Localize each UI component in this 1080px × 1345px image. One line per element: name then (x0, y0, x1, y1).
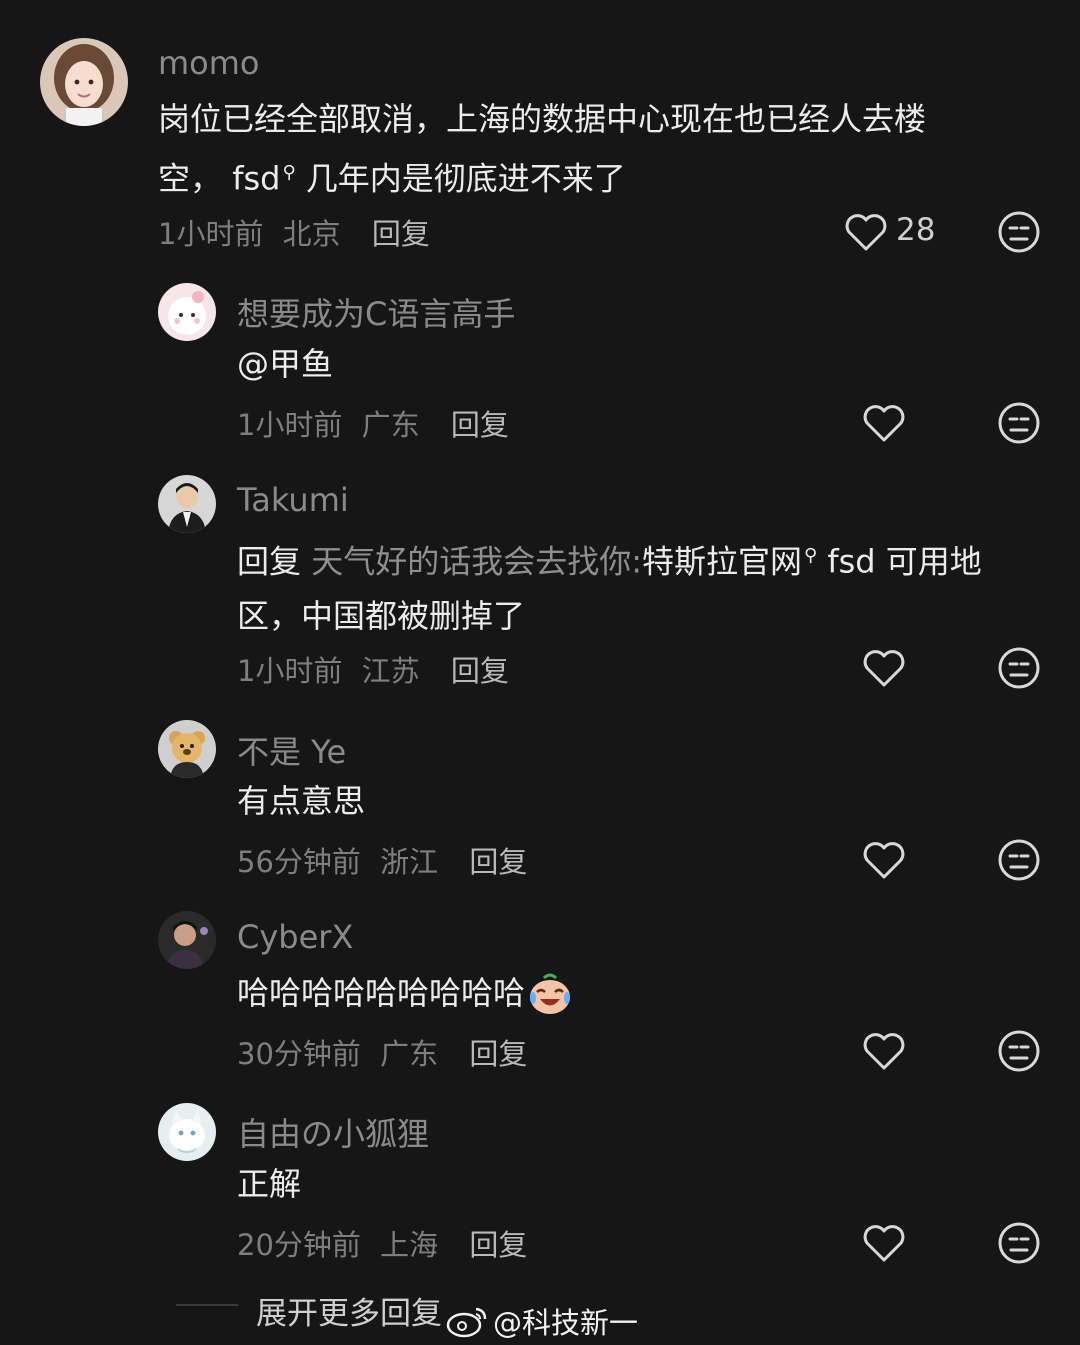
location: 北京 (282, 217, 341, 251)
comment-text: 正解 (237, 1165, 302, 1203)
comment-meta: 1小时前 江苏 回复 (237, 648, 509, 690)
meh-face-icon[interactable] (997, 210, 1041, 254)
timestamp: 56分钟前 (237, 845, 361, 879)
avatar[interactable] (158, 911, 216, 969)
comment-text-line: 岗位已经全部取消，上海的数据中心现在也已经人去楼 (158, 100, 927, 138)
location: 广东 (380, 1037, 439, 1071)
location: 浙江 (380, 845, 439, 879)
watermark-text: @科技新一 (493, 1306, 639, 1340)
timestamp: 1小时前 (237, 654, 343, 688)
avatar[interactable] (158, 1103, 216, 1161)
timestamp: 1小时前 (158, 217, 264, 251)
timestamp: 30分钟前 (237, 1037, 361, 1071)
text-segment: 空， (158, 159, 233, 198)
comment-text: 有点意思 (237, 782, 366, 820)
weibo-logo-icon (445, 1304, 489, 1338)
expand-more-replies-button[interactable]: 展开更多回复 (256, 1288, 442, 1333)
location: 上海 (380, 1228, 439, 1262)
username[interactable]: 想要成为C语言高手 (237, 289, 515, 335)
reply-button[interactable]: 回复 (372, 217, 430, 251)
heart-outline-icon[interactable] (862, 1223, 906, 1263)
comment-meta: 30分钟前 广东 回复 (237, 1031, 527, 1073)
reply-button[interactable]: 回复 (451, 654, 509, 688)
reply-button[interactable]: 回复 (469, 1037, 527, 1071)
reply-button[interactable]: 回复 (451, 408, 509, 442)
search-link[interactable]: 特斯拉官网 (642, 543, 802, 581)
location: 广东 (361, 408, 420, 442)
meh-face-icon[interactable] (997, 838, 1041, 882)
avatar[interactable] (40, 38, 128, 126)
like-count: 28 (896, 212, 936, 248)
comment-text-line: 回复 天气好的话我会去找你:特斯拉官网 ⚲ fsd 可用地 (237, 529, 1057, 589)
divider (176, 1304, 238, 1306)
text-segment: 哈哈哈哈哈哈哈哈哈 (237, 974, 526, 1012)
reply-prefix: 回复 (237, 542, 302, 581)
username[interactable]: CyberX (237, 918, 353, 956)
heart-outline-icon[interactable] (862, 403, 906, 443)
comment-meta: 20分钟前 上海 回复 (237, 1222, 527, 1264)
timestamp: 20分钟前 (237, 1228, 361, 1262)
meh-face-icon[interactable] (997, 401, 1041, 445)
avatar[interactable] (158, 475, 216, 533)
search-link[interactable]: fsd (232, 160, 280, 198)
username[interactable]: Takumi (237, 481, 349, 519)
heart-outline-icon[interactable] (844, 212, 888, 252)
heart-outline-icon[interactable] (862, 840, 906, 880)
comment-text: 岗位已经全部取消，上海的数据中心现在也已经人去楼 空， fsd ⚲ 几年内是彻底进… (158, 92, 1038, 206)
reply-to-user[interactable]: 天气好的话我会去找你: (311, 543, 642, 581)
comment-text: 回复 天气好的话我会去找你:特斯拉官网 ⚲ fsd 可用地 区，中国都被删掉了 (237, 529, 1057, 643)
search-icon[interactable]: ⚲ (282, 162, 295, 183)
meh-face-icon[interactable] (997, 1221, 1041, 1265)
username[interactable]: 自由の小狐狸 (237, 1109, 429, 1155)
timestamp: 1小时前 (237, 408, 343, 442)
heart-outline-icon[interactable] (862, 648, 906, 688)
watermark: @科技新一 (445, 1300, 638, 1342)
laugh-cry-emoji (527, 970, 573, 1016)
comment-meta: 56分钟前 浙江 回复 (237, 839, 527, 881)
comment-text-line: 空， fsd ⚲ 几年内是彻底进不来了 (158, 146, 1038, 206)
text-segment: 几年内是彻底进不来了 (295, 159, 626, 198)
location: 江苏 (361, 654, 420, 688)
comment-text-line: 区，中国都被删掉了 (237, 596, 526, 635)
reply-button[interactable]: 回复 (469, 845, 527, 879)
comment-text: 哈哈哈哈哈哈哈哈哈 (237, 966, 573, 1020)
meh-face-icon[interactable] (997, 646, 1041, 690)
username[interactable]: 不是 Ye (237, 727, 346, 773)
comment-text: @甲鱼 (237, 345, 334, 383)
search-icon[interactable]: ⚲ (804, 545, 817, 566)
comment-meta: 1小时前 北京 回复 (158, 211, 430, 253)
text-segment: fsd 可用地 (817, 542, 982, 581)
avatar[interactable] (158, 283, 216, 341)
heart-outline-icon[interactable] (862, 1031, 906, 1071)
reply-button[interactable]: 回复 (469, 1228, 527, 1262)
username[interactable]: momo (158, 44, 260, 82)
avatar[interactable] (158, 720, 216, 778)
meh-face-icon[interactable] (997, 1029, 1041, 1073)
comment-meta: 1小时前 广东 回复 (237, 402, 509, 444)
comment-thread: momo 岗位已经全部取消，上海的数据中心现在也已经人去楼 空， fsd ⚲ 几年… (0, 0, 1080, 1345)
